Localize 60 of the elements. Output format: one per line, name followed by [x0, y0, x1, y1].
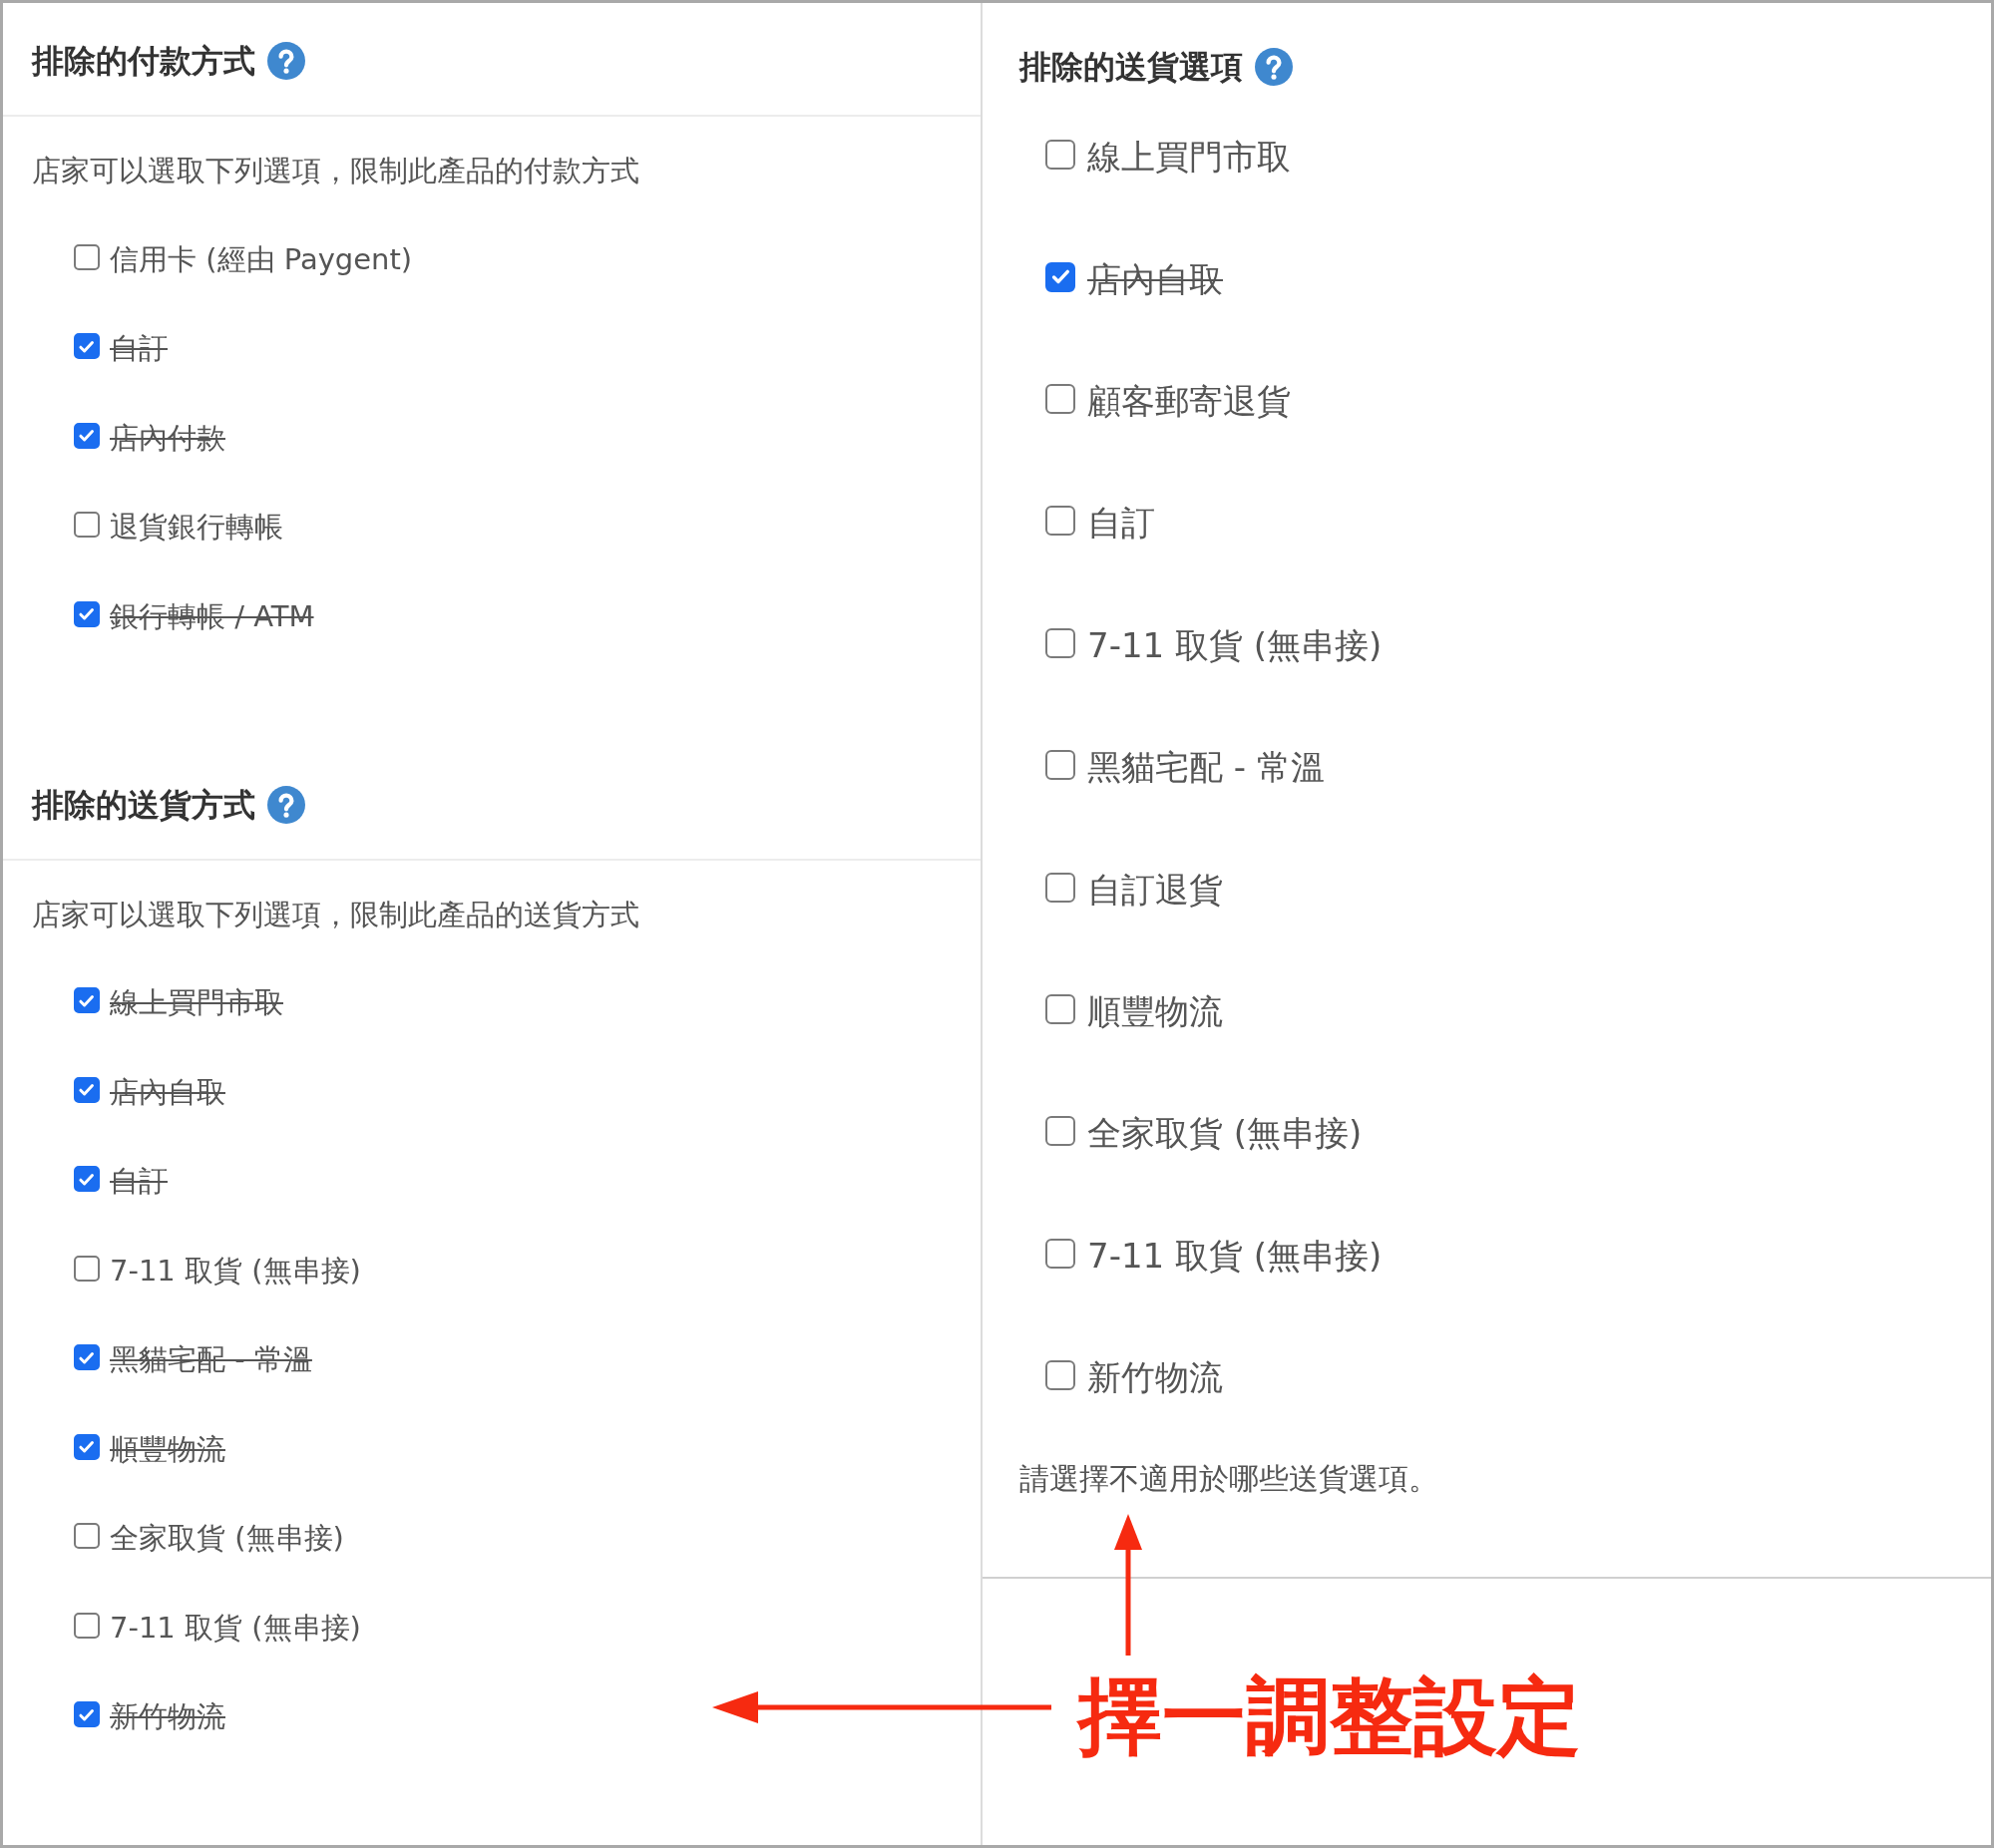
- checkbox[interactable]: [74, 1701, 100, 1728]
- option-label[interactable]: 退貨銀行轉帳: [110, 507, 283, 548]
- checkbox[interactable]: [74, 1166, 100, 1193]
- help-icon[interactable]: [267, 785, 305, 824]
- option-label[interactable]: 線上買門市取: [110, 982, 283, 1023]
- checkbox[interactable]: [1045, 750, 1075, 781]
- checkbox[interactable]: [74, 1523, 100, 1550]
- option-label[interactable]: 順豐物流: [1087, 988, 1223, 1033]
- help-icon[interactable]: [267, 42, 305, 80]
- checkbox[interactable]: [74, 333, 100, 360]
- checkbox[interactable]: [1045, 1360, 1075, 1391]
- option-label[interactable]: 自訂: [110, 328, 168, 369]
- checkbox[interactable]: [1045, 627, 1075, 658]
- option-label[interactable]: 信用卡 (經由 Paygent): [110, 238, 413, 279]
- checkbox[interactable]: [74, 1344, 100, 1371]
- option-label[interactable]: 自訂: [1087, 501, 1155, 546]
- option-label[interactable]: 自訂退貨: [1087, 867, 1223, 912]
- option-label[interactable]: 新竹物流: [1087, 1355, 1223, 1400]
- checkbox[interactable]: [1045, 1238, 1075, 1269]
- option-label[interactable]: 順豐物流: [110, 1428, 225, 1469]
- annotation-text: 擇一調整設定: [1078, 1674, 1581, 1758]
- section-title: 排除的送貨選項: [1019, 48, 1243, 86]
- option-label[interactable]: 新竹物流: [110, 1696, 225, 1737]
- option-label[interactable]: 全家取貨 (無串接): [110, 1518, 344, 1559]
- checkbox[interactable]: [1045, 506, 1075, 537]
- checkbox[interactable]: [1045, 261, 1075, 292]
- checkbox[interactable]: [1045, 383, 1075, 414]
- option-label[interactable]: 顧客郵寄退貨: [1087, 378, 1291, 423]
- option-label[interactable]: 黑貓宅配 - 常溫: [1087, 745, 1325, 790]
- checkbox[interactable]: [74, 1612, 100, 1639]
- checkbox[interactable]: [74, 1255, 100, 1282]
- checkbox[interactable]: [1045, 140, 1075, 171]
- hint-text: 請選擇不適用於哪些送貨選項。: [1019, 1460, 1439, 1499]
- help-icon[interactable]: [1255, 48, 1293, 86]
- section-description: 店家可以選取下列選項，限制此產品的送貨方式: [32, 896, 640, 933]
- checkbox[interactable]: [74, 243, 100, 270]
- checkbox[interactable]: [1045, 1116, 1075, 1147]
- option-label[interactable]: 7-11 取貨 (無串接): [110, 1250, 361, 1291]
- option-label[interactable]: 銀行轉帳 / ATM: [110, 595, 314, 636]
- option-label[interactable]: 7-11 取貨 (無串接): [110, 1607, 361, 1648]
- checkbox[interactable]: [74, 1076, 100, 1103]
- checkbox[interactable]: [74, 422, 100, 449]
- option-label[interactable]: 7-11 取貨 (無串接): [1087, 1233, 1383, 1278]
- section-description: 店家可以選取下列選項，限制此產品的付款方式: [32, 153, 640, 189]
- checkbox[interactable]: [74, 600, 100, 627]
- checkbox[interactable]: [74, 1433, 100, 1460]
- option-label[interactable]: 線上買門市取: [1087, 135, 1291, 180]
- option-label[interactable]: 店內付款: [110, 417, 225, 458]
- checkbox[interactable]: [74, 987, 100, 1014]
- option-label[interactable]: 黑貓宅配 - 常溫: [110, 1339, 312, 1380]
- section-title: 排除的付款方式: [32, 42, 255, 80]
- section-title: 排除的送貨方式: [32, 785, 255, 824]
- checkbox[interactable]: [1045, 872, 1075, 903]
- option-label[interactable]: 7-11 取貨 (無串接): [1087, 622, 1383, 667]
- option-label[interactable]: 店內自取: [110, 1071, 225, 1112]
- option-label[interactable]: 自訂: [110, 1161, 168, 1202]
- option-label[interactable]: 店內自取: [1087, 256, 1223, 301]
- option-label[interactable]: 全家取貨 (無串接): [1087, 1111, 1363, 1156]
- checkbox[interactable]: [1045, 993, 1075, 1024]
- checkbox[interactable]: [74, 512, 100, 539]
